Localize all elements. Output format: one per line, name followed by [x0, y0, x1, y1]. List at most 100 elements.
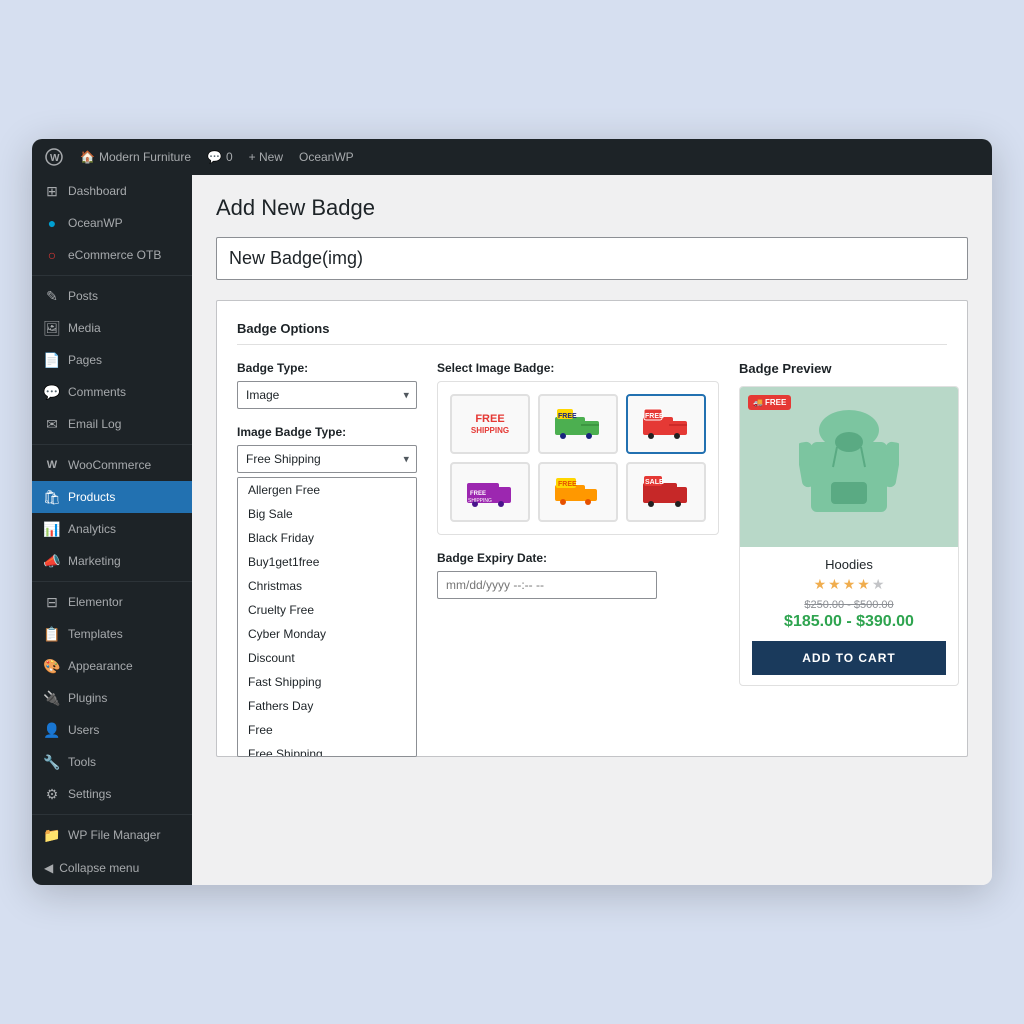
- analytics-icon: 📊: [44, 521, 60, 537]
- oceanwp-icon: ●: [44, 215, 60, 231]
- theme-link[interactable]: OceanWP: [299, 150, 354, 164]
- badge-image-item-6[interactable]: SALE: [626, 462, 706, 522]
- preview-info: Hoodies ★ ★ ★ ★ ★ $250.00 - $500.00 $185…: [740, 547, 958, 685]
- sidebar-item-label: WooCommerce: [68, 458, 151, 472]
- main-form-area: Badge Type: Image Text CSS I: [237, 361, 947, 686]
- star-5: ★: [872, 576, 885, 593]
- image-badge-type-label: Image Badge Type:: [237, 425, 417, 439]
- dropdown-item-big-sale[interactable]: Big Sale: [238, 502, 416, 526]
- sidebar-item-oceanwp[interactable]: ● OceanWP: [32, 207, 192, 239]
- badge-text: FREE: [765, 398, 786, 407]
- sidebar-item-comments[interactable]: 💬 Comments: [32, 376, 192, 408]
- sidebar: ⊞ Dashboard ● OceanWP ○ eCommerce OTB ✎ …: [32, 175, 192, 885]
- sidebar-item-templates[interactable]: 📋 Templates: [32, 618, 192, 650]
- sidebar-divider: [32, 814, 192, 815]
- woocommerce-icon: W: [44, 457, 60, 473]
- elementor-icon: ⊟: [44, 594, 60, 610]
- sidebar-item-settings[interactable]: ⚙ Settings: [32, 778, 192, 810]
- templates-icon: 📋: [44, 626, 60, 642]
- dropdown-item-free-shipping[interactable]: Free Shipping: [238, 742, 416, 757]
- sidebar-item-marketing[interactable]: 📣 Marketing: [32, 545, 192, 577]
- sidebar-item-woocommerce[interactable]: W WooCommerce: [32, 449, 192, 481]
- sidebar-item-posts[interactable]: ✎ Posts: [32, 280, 192, 312]
- dropdown-item-black-friday[interactable]: Black Friday: [238, 526, 416, 550]
- svg-text:FREE: FREE: [558, 413, 577, 420]
- dropdown-item-fast-shipping[interactable]: Fast Shipping: [238, 670, 416, 694]
- dropdown-item-cruelty-free[interactable]: Cruelty Free: [238, 598, 416, 622]
- sidebar-item-users[interactable]: 👤 Users: [32, 714, 192, 746]
- ecommerce-icon: ○: [44, 247, 60, 263]
- hoodie-illustration: [799, 402, 899, 532]
- image-badge-type-select-wrapper: Free Shipping Allergen Free Big Sale Bla…: [237, 445, 417, 473]
- sidebar-item-label: Marketing: [68, 554, 121, 568]
- sidebar-item-label: OceanWP: [68, 216, 123, 230]
- image-badge-dropdown[interactable]: Free Shipping: [237, 445, 417, 473]
- badge-expiry-label: Badge Expiry Date:: [437, 551, 719, 565]
- badge-image-item-2[interactable]: FREE: [538, 394, 618, 454]
- dashboard-icon: ⊞: [44, 183, 60, 199]
- star-1: ★: [814, 576, 827, 593]
- sidebar-item-appearance[interactable]: 🎨 Appearance: [32, 650, 192, 682]
- badge-image-item-3[interactable]: FREE: [626, 394, 706, 454]
- dropdown-item-christmas[interactable]: Christmas: [238, 574, 416, 598]
- sidebar-item-email-log[interactable]: ✉ Email Log: [32, 408, 192, 440]
- badge-type-label: Badge Type:: [237, 361, 417, 375]
- new-post-link[interactable]: + New: [249, 150, 283, 164]
- sidebar-item-label: Products: [68, 490, 115, 504]
- add-to-cart-button[interactable]: ADD TO CART: [752, 641, 946, 675]
- preview-title: Badge Preview: [739, 361, 959, 376]
- sidebar-divider: [32, 444, 192, 445]
- dropdown-item-free[interactable]: Free: [238, 718, 416, 742]
- wp-logo-icon[interactable]: W: [44, 147, 64, 167]
- sidebar-item-media[interactable]: 🖼 Media: [32, 312, 192, 344]
- plugins-icon: 🔌: [44, 690, 60, 706]
- badge-expiry-date-input[interactable]: [437, 571, 657, 599]
- sidebar-item-label: Analytics: [68, 522, 116, 536]
- dropdown-item-allergen-free[interactable]: Allergen Free: [238, 478, 416, 502]
- svg-text:SALE: SALE: [645, 479, 664, 486]
- badge-name-input[interactable]: [216, 237, 968, 280]
- collapse-menu-button[interactable]: ◀ Collapse menu: [32, 851, 192, 885]
- image-badges-section: Select Image Badge: FREE SHIPPING: [437, 361, 719, 686]
- sidebar-item-dashboard[interactable]: ⊞ Dashboard: [32, 175, 192, 207]
- image-badge-type-group: Image Badge Type: Free Shipping: [237, 425, 417, 473]
- dropdown-item-fathers-day[interactable]: Fathers Day: [238, 694, 416, 718]
- media-icon: 🖼: [44, 320, 60, 336]
- sidebar-item-tools[interactable]: 🔧 Tools: [32, 746, 192, 778]
- svg-text:W: W: [50, 153, 60, 164]
- sidebar-item-wp-file-manager[interactable]: 📁 WP File Manager: [32, 819, 192, 851]
- file-manager-icon: 📁: [44, 827, 60, 843]
- badge-image-item-4[interactable]: FREE SHIPPING: [450, 462, 530, 522]
- preview-product-name: Hoodies: [752, 557, 946, 572]
- sidebar-item-plugins[interactable]: 🔌 Plugins: [32, 682, 192, 714]
- sidebar-item-products[interactable]: 🛍 Products: [32, 481, 192, 513]
- sidebar-item-label: Dashboard: [68, 184, 127, 198]
- dropdown-item-cyber-monday[interactable]: Cyber Monday: [238, 622, 416, 646]
- star-2: ★: [828, 576, 841, 593]
- badge-type-select[interactable]: Image Text CSS: [237, 381, 417, 409]
- sidebar-item-pages[interactable]: 📄 Pages: [32, 344, 192, 376]
- sidebar-item-label: WP File Manager: [68, 828, 160, 842]
- comments-link[interactable]: 💬 0: [207, 150, 233, 164]
- users-icon: 👤: [44, 722, 60, 738]
- preview-sale-price: $185.00 - $390.00: [752, 613, 946, 631]
- left-form: Badge Type: Image Text CSS I: [237, 361, 417, 686]
- site-home-link[interactable]: 🏠 Modern Furniture: [80, 150, 191, 164]
- sidebar-divider: [32, 275, 192, 276]
- collapse-icon: ◀: [44, 861, 53, 875]
- collapse-label: Collapse menu: [59, 861, 139, 875]
- dropdown-item-buy1get1free[interactable]: Buy1get1free: [238, 550, 416, 574]
- sidebar-item-ecommerce[interactable]: ○ eCommerce OTB: [32, 239, 192, 271]
- sidebar-item-label: Media: [68, 321, 101, 335]
- sidebar-item-analytics[interactable]: 📊 Analytics: [32, 513, 192, 545]
- badge-type-select-wrapper: Image Text CSS: [237, 381, 417, 409]
- dropdown-item-discount[interactable]: Discount: [238, 646, 416, 670]
- sidebar-item-label: Email Log: [68, 417, 121, 431]
- badge-image-item-5[interactable]: FREE: [538, 462, 618, 522]
- sidebar-item-elementor[interactable]: ⊟ Elementor: [32, 586, 192, 618]
- comments-icon: 💬: [44, 384, 60, 400]
- preview-image-area: 🚚 FREE: [740, 387, 958, 547]
- svg-text:SHIPPING: SHIPPING: [468, 498, 492, 504]
- badge-image-item-1[interactable]: FREE SHIPPING: [450, 394, 530, 454]
- star-4: ★: [857, 576, 870, 593]
